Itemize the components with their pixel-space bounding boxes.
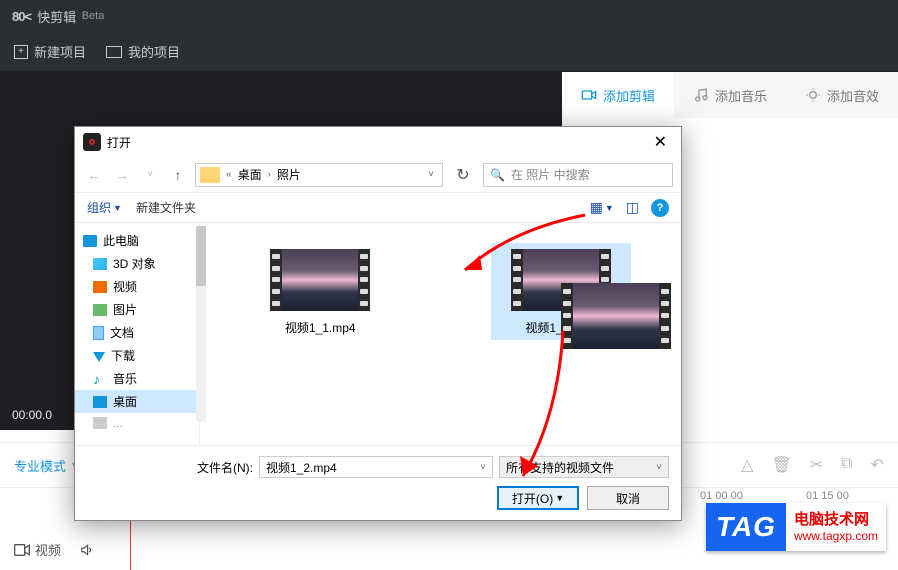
tree-3d-objects[interactable]: 3D 对象 — [75, 252, 199, 275]
file-name-1: 视频1_1.mp4 — [254, 319, 386, 336]
filename-input[interactable]: 视频1_2.mp4 ˅ — [259, 456, 493, 478]
chevron-right-icon: « — [224, 169, 234, 180]
titlebar: 80< 快剪辑 Beta — [0, 0, 898, 32]
dialog-footer: 文件名(N): 视频1_2.mp4 ˅ 所有支持的视频文件 ˅ 打开(O) ▼ … — [75, 445, 681, 520]
path-dropdown-icon[interactable]: ˅ — [420, 169, 442, 180]
dialog-titlebar: 打开 ✕ — [75, 127, 681, 157]
scrollbar-thumb[interactable] — [196, 226, 206, 286]
video-track-label: 视频 — [14, 540, 61, 559]
dialog-command-bar: 组织 ▼ 新建文件夹 ▦ ▼ ◫ ? — [75, 193, 681, 223]
tab-add-clip-label: 添加剪辑 — [603, 86, 655, 105]
breadcrumb-desktop[interactable]: 桌面 — [234, 166, 266, 183]
filename-label: 文件名(N): — [197, 459, 253, 476]
main-toolbar: + 新建项目 我的项目 — [0, 32, 898, 72]
video-icon — [581, 87, 597, 103]
filetype-select[interactable]: 所有支持的视频文件 ˅ — [499, 456, 669, 478]
bell-icon[interactable]: △ — [741, 455, 753, 475]
tab-add-music[interactable]: 添加音乐 — [674, 72, 786, 118]
watermark-line2: www.tagxp.com — [794, 529, 878, 543]
pro-mode-toggle[interactable]: 专业模式 ▾ — [14, 456, 77, 475]
preview-pane-icon[interactable]: ◫ — [626, 199, 639, 216]
breadcrumb-photos[interactable]: 照片 — [273, 166, 305, 183]
tree-documents[interactable]: 文档 — [75, 321, 199, 344]
camera-icon — [14, 544, 30, 556]
tree-music[interactable]: ♪音乐 — [75, 367, 199, 390]
tree-videos[interactable]: 视频 — [75, 275, 199, 298]
dialog-nav: ← → ˅ ↑ « 桌面 › 照片 ˅ ↻ 🔍 在 照片 中搜索 — [75, 157, 681, 193]
nav-tree: 此电脑 3D 对象 视频 图片 文档 下载 ♪音乐 桌面 ... — [75, 223, 200, 445]
app-beta: Beta — [82, 10, 105, 22]
nav-back-icon[interactable]: ← — [83, 167, 105, 183]
watermark-tag: TAG — [706, 503, 786, 551]
tab-add-sfx[interactable]: 添加音效 — [786, 72, 898, 118]
undo-icon[interactable]: ↶ — [871, 455, 884, 475]
mode-right-icons: △ 🗑 ✂ ⧉ ↶ — [741, 455, 884, 475]
tab-add-music-label: 添加音乐 — [715, 86, 767, 105]
tab-add-sfx-label: 添加音效 — [827, 86, 879, 105]
organize-menu[interactable]: 组织 ▼ — [87, 199, 122, 216]
pro-mode-label: 专业模式 — [14, 456, 66, 475]
cut-icon[interactable]: ✂ — [810, 455, 823, 475]
preview-header-dark — [0, 72, 562, 118]
search-icon: 🔍 — [490, 168, 505, 182]
watermark: TAG 电脑技术网 www.tagxp.com — [706, 503, 886, 551]
file-list: 视频1_1.mp4 视频1_2.mp4 — [200, 223, 681, 445]
video-track-text: 视频 — [35, 540, 61, 559]
video-thumbnail — [561, 283, 671, 349]
new-project-button[interactable]: + 新建项目 — [14, 42, 86, 61]
help-icon[interactable]: ? — [651, 199, 669, 217]
file-open-dialog: 打开 ✕ ← → ˅ ↑ « 桌面 › 照片 ˅ ↻ 🔍 在 照片 中搜索 组织… — [74, 126, 682, 521]
refresh-icon[interactable]: ↻ — [449, 165, 477, 185]
breadcrumb[interactable]: « 桌面 › 照片 ˅ — [195, 163, 443, 187]
right-tabs: 添加剪辑 添加音乐 添加音效 — [562, 72, 898, 118]
cancel-button[interactable]: 取消 — [587, 486, 669, 510]
app-name: 快剪辑 — [37, 7, 76, 26]
tree-scrollbar[interactable] — [196, 226, 206, 422]
nav-up-icon[interactable]: ↑ — [167, 167, 189, 183]
open-button[interactable]: 打开(O) ▼ — [497, 486, 579, 510]
tree-pictures[interactable]: 图片 — [75, 298, 199, 321]
video-thumbnail — [270, 249, 370, 311]
my-projects-button[interactable]: 我的项目 — [106, 42, 180, 61]
new-folder-button[interactable]: 新建文件夹 — [136, 199, 196, 216]
nav-forward-icon: → — [111, 167, 133, 183]
app-logo: 80< — [12, 9, 31, 24]
dialog-title: 打开 — [107, 134, 131, 151]
sub-row: 添加剪辑 添加音乐 添加音效 — [0, 72, 898, 118]
sfx-icon — [805, 87, 821, 103]
tree-desktop[interactable]: 桌面 — [75, 390, 199, 413]
preview-thumbnail — [561, 283, 671, 357]
chevron-down-icon[interactable]: ˅ — [139, 169, 161, 180]
filename-value: 视频1_2.mp4 — [266, 459, 337, 476]
chevron-right-icon: › — [266, 169, 273, 180]
dialog-app-icon — [83, 133, 101, 151]
close-button[interactable]: ✕ — [648, 132, 673, 152]
my-projects-label: 我的项目 — [128, 42, 180, 61]
tab-add-clip[interactable]: 添加剪辑 — [562, 72, 674, 118]
tree-more[interactable]: ... — [75, 413, 199, 433]
watermark-text: 电脑技术网 www.tagxp.com — [786, 503, 886, 551]
plus-icon: + — [14, 45, 28, 59]
copy-icon[interactable]: ⧉ — [841, 455, 852, 475]
view-menu[interactable]: ▦ ▼ — [590, 199, 614, 216]
new-project-label: 新建项目 — [34, 42, 86, 61]
folder-icon — [200, 167, 220, 183]
trash-icon[interactable]: 🗑 — [771, 455, 791, 475]
search-placeholder: 在 照片 中搜索 — [511, 166, 590, 183]
tree-this-pc[interactable]: 此电脑 — [75, 229, 199, 252]
watermark-line1: 电脑技术网 — [794, 511, 878, 529]
chevron-down-icon[interactable]: ˅ — [480, 462, 486, 473]
search-input[interactable]: 🔍 在 照片 中搜索 — [483, 163, 673, 187]
music-icon — [693, 87, 709, 103]
filetype-value: 所有支持的视频文件 — [506, 459, 614, 476]
folder-icon — [106, 46, 122, 58]
track-header: 视频 — [14, 540, 95, 559]
file-item-1[interactable]: 视频1_1.mp4 — [250, 243, 390, 340]
chevron-down-icon: ˅ — [656, 462, 662, 473]
speaker-icon[interactable] — [79, 543, 95, 557]
timecode: 00:00.0 — [12, 408, 52, 422]
dialog-body: 此电脑 3D 对象 视频 图片 文档 下载 ♪音乐 桌面 ... 视频1_1.m… — [75, 223, 681, 445]
tree-downloads[interactable]: 下载 — [75, 344, 199, 367]
